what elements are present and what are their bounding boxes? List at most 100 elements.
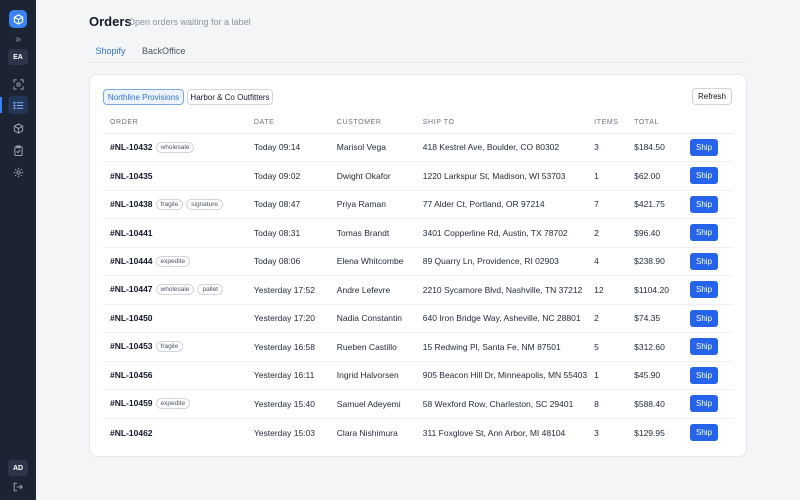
sidebar: » EA AD: [0, 0, 36, 500]
table-row[interactable]: #NL-10462 Yesterday 15:03 Clara Nishimura 3…: [103, 418, 733, 447]
ship-button[interactable]: Ship: [690, 366, 719, 384]
column-header-total[interactable]: TOTAL: [627, 113, 684, 134]
refresh-button[interactable]: Refresh: [692, 88, 732, 105]
order-id[interactable]: #NL-10456: [110, 370, 153, 380]
order-id[interactable]: #NL-10462: [110, 428, 153, 438]
order-date: Yesterday 16:58: [246, 332, 330, 362]
order-cell: #NL-10444 expedite: [103, 247, 247, 276]
customer-name: Tomas Brandt: [329, 218, 416, 248]
table-row[interactable]: #NL-10447 wholesale pallet Yesterday 17:52 A…: [103, 275, 733, 305]
item-count: 1: [587, 361, 628, 390]
action-cell: Ship: [683, 218, 733, 248]
column-header-customer[interactable]: CUSTOMER: [329, 113, 416, 134]
tabs-divider: [89, 62, 746, 63]
column-header-ship-to[interactable]: SHIP TO: [415, 113, 588, 134]
order-date: Yesterday 17:52: [246, 275, 330, 305]
table-row[interactable]: #NL-10432 wholesale Today 09:14 Marisol Veg…: [103, 133, 733, 162]
table-row[interactable]: #NL-10438 fragile signature Today 08:47 Priy…: [103, 190, 733, 219]
item-count: 3: [587, 133, 628, 162]
table-row[interactable]: #NL-10459 expedite Yesterday 15:40 Samuel A…: [103, 389, 733, 419]
ship-to-address: 311 Foxglove St, Ann Arbor, MI 48104: [422, 427, 566, 438]
ship-button[interactable]: Ship: [690, 138, 719, 156]
ship-button[interactable]: Ship: [690, 281, 719, 299]
order-id[interactable]: #NL-10435: [110, 171, 153, 181]
order-cell: #NL-10459 expedite: [103, 389, 247, 419]
order-id[interactable]: #NL-10453: [110, 341, 153, 351]
order-id[interactable]: #NL-10432: [110, 142, 153, 152]
ship-button[interactable]: Ship: [690, 338, 719, 356]
page-subtitle: Open orders waiting for a label: [128, 17, 251, 27]
table-row[interactable]: #NL-10456 Yesterday 16:11 Ingrid Halvorsen…: [103, 361, 733, 390]
order-total: $421.75: [627, 190, 684, 219]
column-header-action: [683, 113, 733, 134]
order-tag: wholesale: [155, 284, 195, 296]
order-id[interactable]: #NL-10441: [110, 228, 153, 238]
table-row[interactable]: #NL-10444 expedite Today 08:06 Elena Whitco…: [103, 247, 733, 276]
order-total: $238.90: [627, 247, 684, 276]
action-cell: Ship: [683, 275, 733, 305]
store-filter-northline[interactable]: Northline Provisions: [103, 89, 184, 105]
order-date: Today 08:31: [246, 218, 330, 248]
user-avatar[interactable]: AD: [8, 460, 28, 476]
order-id[interactable]: #NL-10450: [110, 313, 153, 323]
order-tag: fragile: [155, 341, 184, 353]
customer-name: Marisol Vega: [329, 133, 416, 162]
ship-button[interactable]: Ship: [690, 167, 719, 185]
order-cell: #NL-10453 fragile: [103, 332, 247, 362]
list-icon[interactable]: [8, 96, 28, 114]
customer-name: Ingrid Halvorsen: [329, 361, 416, 390]
tab-shopify[interactable]: Shopify: [89, 44, 132, 63]
ship-button[interactable]: Ship: [690, 309, 719, 327]
table-row[interactable]: #NL-10453 fragile Yesterday 16:58 Rueben Ca…: [103, 332, 733, 362]
scan-icon[interactable]: [8, 75, 28, 93]
logout-icon[interactable]: [11, 481, 25, 493]
order-cell: #NL-10456: [103, 361, 247, 390]
box-icon[interactable]: [8, 119, 28, 137]
table-row[interactable]: #NL-10450 Yesterday 17:20 Nadia Constantin…: [103, 304, 733, 333]
item-count: 2: [587, 304, 628, 333]
customer-name: Dwight Okafor: [329, 161, 416, 191]
gear-icon[interactable]: [8, 163, 28, 181]
order-id[interactable]: #NL-10444: [110, 256, 153, 266]
app-logo-icon[interactable]: [9, 10, 27, 28]
order-date: Today 09:02: [246, 161, 330, 191]
order-id[interactable]: #NL-10459: [110, 398, 153, 408]
order-tag: expedite: [155, 255, 191, 267]
store-filter-harbor[interactable]: Harbor & Co Outfitters: [187, 89, 273, 105]
order-total: $312.60: [627, 332, 684, 362]
orders-table-body: #NL-10432 wholesale Today 09:14 Marisol Veg…: [103, 133, 733, 447]
order-cell: #NL-10447 wholesale pallet: [103, 275, 247, 305]
order-total: $129.95: [634, 427, 665, 438]
ship-button[interactable]: Ship: [690, 224, 719, 242]
order-date: Yesterday 15:03: [253, 427, 315, 438]
order-tag: pallet: [197, 284, 223, 296]
column-header-date[interactable]: DATE: [246, 113, 330, 134]
order-total: $62.00: [627, 161, 684, 191]
order-date: Yesterday 17:20: [246, 304, 330, 333]
item-count: 5: [587, 332, 628, 362]
orders-table: ORDER DATE CUSTOMER SHIP TO ITEMS TOTAL …: [103, 113, 733, 447]
ship-button[interactable]: Ship: [690, 252, 719, 270]
order-cell: #NL-10441: [103, 218, 247, 248]
tab-backoffice[interactable]: BackOffice: [142, 44, 185, 63]
action-cell: Ship: [683, 332, 733, 362]
customer-name: Elena Whitcombe: [329, 247, 416, 276]
column-header-order[interactable]: ORDER: [103, 113, 247, 134]
order-id[interactable]: #NL-10447: [110, 284, 153, 294]
workspace-avatar[interactable]: EA: [8, 49, 28, 65]
table-row[interactable]: #NL-10435 Today 09:02 Dwight Okafor 1220 La…: [103, 161, 733, 191]
table-row[interactable]: #NL-10441 Today 08:31 Tomas Brandt 3401 Cop…: [103, 218, 733, 248]
expand-sidebar-icon[interactable]: »: [0, 34, 36, 46]
ship-to-address: 418 Kestrel Ave, Boulder, CO 80302: [415, 133, 588, 162]
order-tag: expedite: [155, 398, 191, 410]
order-tag: fragile: [155, 198, 184, 210]
ship-button[interactable]: Ship: [690, 424, 719, 441]
order-total: $74.35: [627, 304, 684, 333]
column-header-items[interactable]: ITEMS: [587, 113, 628, 134]
ship-button[interactable]: Ship: [690, 195, 719, 213]
order-id[interactable]: #NL-10438: [110, 199, 153, 209]
ship-to-address: 3401 Copperline Rd, Austin, TX 78702: [415, 218, 588, 248]
action-cell: Ship: [683, 161, 733, 191]
clipboard-icon[interactable]: [8, 141, 28, 159]
ship-button[interactable]: Ship: [690, 395, 719, 413]
